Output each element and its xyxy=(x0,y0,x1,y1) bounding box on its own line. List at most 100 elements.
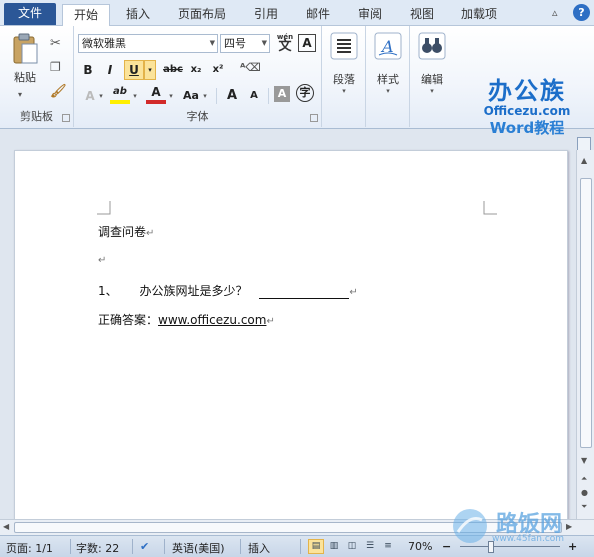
logo-url: Officezu.com xyxy=(483,104,571,118)
styles-label: 样式 xyxy=(377,73,399,86)
binoculars-icon xyxy=(418,32,446,60)
enclose-char-button[interactable]: 字 xyxy=(296,84,314,102)
tab-insert[interactable]: 插入 xyxy=(116,4,160,26)
superscript-button[interactable]: x² xyxy=(208,60,228,80)
separator xyxy=(132,539,133,554)
chevron-down-icon[interactable]: ▾ xyxy=(200,86,210,106)
zoom-level[interactable]: 70% xyxy=(408,540,432,553)
cut-icon[interactable]: ✂ xyxy=(50,36,61,51)
scroll-left-icon[interactable]: ◀ xyxy=(3,522,9,531)
paragraph-icon xyxy=(330,32,358,60)
document-page[interactable] xyxy=(14,150,568,520)
paragraph-mark: ↵ xyxy=(146,228,155,239)
font-launcher-icon[interactable] xyxy=(310,114,318,122)
scroll-up-icon[interactable]: ▲ xyxy=(581,156,587,165)
ribbon-tab-bar: 文件 开始 插入 页面布局 引用 邮件 审阅 视图 加载项 ▵ ? xyxy=(0,0,594,27)
shrink-font-button[interactable]: A xyxy=(244,86,264,106)
logo-title: 办公族 xyxy=(488,77,566,105)
chevron-down-icon[interactable]: ▾ xyxy=(166,86,176,106)
clipboard-launcher-icon[interactable] xyxy=(62,114,70,122)
strikethrough-button[interactable]: abc xyxy=(160,60,186,80)
font-group: 微软雅黑 ▼ 四号 ▼ wén 文 A B I U ▾ abc x₂ x² ᴬ⌫… xyxy=(74,26,322,127)
grow-font-button[interactable]: A xyxy=(222,86,242,106)
bold-button[interactable]: B xyxy=(78,60,98,80)
minimize-ribbon-icon[interactable]: ▵ xyxy=(552,6,558,19)
full-screen-reading-icon[interactable]: ▥ xyxy=(326,539,342,554)
font-group-label: 字体 xyxy=(186,110,209,123)
clear-formatting-icon[interactable]: ᴬ⌫ xyxy=(240,58,261,78)
tab-file[interactable]: 文件 xyxy=(4,3,56,25)
tab-page-layout[interactable]: 页面布局 xyxy=(170,4,234,26)
tab-home[interactable]: 开始 xyxy=(62,4,110,27)
logo-subtitle: Word教程 xyxy=(489,119,565,137)
tab-view[interactable]: 视图 xyxy=(400,4,444,26)
font-size-combo[interactable]: 四号 ▼ xyxy=(220,34,270,53)
answer-link[interactable]: www.officezu.com xyxy=(158,313,266,327)
doc-title-line[interactable]: 调查问卷↵ xyxy=(98,223,154,240)
answer-line[interactable]: 正确答案：www.officezu.com↵ xyxy=(98,311,275,328)
clipboard-group: 粘贴 ▾ ✂ ❐ 🖌 剪贴板 xyxy=(0,26,74,127)
styles-button[interactable]: A 样式 ▾ xyxy=(370,32,406,96)
highlight-button[interactable]: ab xyxy=(110,84,130,104)
underline-button[interactable]: U xyxy=(124,60,144,80)
separator xyxy=(216,88,217,104)
format-painter-icon[interactable]: 🖌 xyxy=(50,84,67,99)
ruler-toggle-icon[interactable] xyxy=(577,137,591,151)
vertical-scrollbar[interactable]: ▲ ▼ ⏶ ● ⏷ xyxy=(576,150,594,519)
separator xyxy=(268,88,269,104)
watermark-url: www.45fan.com xyxy=(492,534,565,544)
web-layout-icon[interactable]: ◫ xyxy=(344,539,360,554)
browse-object-icon[interactable]: ● xyxy=(581,488,588,497)
font-name-combo[interactable]: 微软雅黑 ▼ xyxy=(78,34,218,53)
question-line[interactable]: 1、 办公族网址是多少？ ↵ xyxy=(98,282,358,299)
scroll-down-icon[interactable]: ▼ xyxy=(581,456,587,465)
paragraph-button[interactable]: 段落 ▾ xyxy=(326,32,362,96)
tab-addins[interactable]: 加载项 xyxy=(452,4,506,26)
chevron-down-icon: ▾ xyxy=(342,87,346,95)
separator xyxy=(164,539,165,554)
answer-label: 正确答案： xyxy=(98,313,159,327)
proofing-icon[interactable]: ✔ xyxy=(140,540,149,553)
copy-icon[interactable]: ❐ xyxy=(50,60,61,74)
paragraph-mark: ↵ xyxy=(349,287,358,298)
phonetic-guide-button[interactable]: wén 文 xyxy=(274,32,296,54)
prev-page-icon[interactable]: ⏶ xyxy=(581,474,587,484)
help-icon[interactable]: ? xyxy=(573,4,590,21)
change-case-button[interactable]: Aa xyxy=(180,86,202,106)
styles-group: A 样式 ▾ xyxy=(366,26,410,127)
insert-mode[interactable]: 插入 xyxy=(248,540,270,556)
word-count[interactable]: 字数: 22 xyxy=(76,540,119,556)
editing-label: 编辑 xyxy=(421,73,443,86)
chevron-down-icon[interactable]: ▾ xyxy=(130,86,140,106)
tab-references[interactable]: 引用 xyxy=(244,4,288,26)
styles-icon: A xyxy=(374,32,402,60)
subscript-button[interactable]: x₂ xyxy=(186,60,206,80)
crop-mark-icon xyxy=(97,201,111,215)
chevron-down-icon[interactable]: ▾ xyxy=(96,86,106,106)
font-color-button[interactable]: A xyxy=(146,84,166,104)
font-name-value: 微软雅黑 xyxy=(82,37,126,50)
doc-title: 调查问卷 xyxy=(98,225,147,239)
paragraph-mark: ↵ xyxy=(266,316,275,327)
question-number: 1、 xyxy=(98,284,118,298)
char-shading-button[interactable]: A xyxy=(274,86,290,102)
editing-button[interactable]: 编辑 ▾ xyxy=(414,32,450,96)
answer-blank xyxy=(259,287,350,299)
paste-dropdown-icon[interactable]: ▾ xyxy=(18,90,22,99)
underline-dropdown-icon[interactable]: ▾ xyxy=(144,60,156,80)
separator xyxy=(240,539,241,554)
paragraph-group: 段落 ▾ xyxy=(322,26,366,127)
tab-mailings[interactable]: 邮件 xyxy=(296,4,340,26)
empty-line[interactable]: ↵ xyxy=(98,252,106,266)
tab-review[interactable]: 审阅 xyxy=(348,4,392,26)
paste-button[interactable]: 粘贴 xyxy=(6,32,44,88)
phonetic-char: 文 xyxy=(278,39,292,54)
language[interactable]: 英语(美国) xyxy=(172,540,225,556)
char-border-button[interactable]: A xyxy=(298,34,316,52)
italic-button[interactable]: I xyxy=(100,60,120,80)
outline-view-icon[interactable]: ☰ xyxy=(362,539,378,554)
print-layout-view-icon[interactable]: ▤ xyxy=(308,539,324,554)
vertical-scroll-thumb[interactable] xyxy=(580,178,592,448)
draft-view-icon[interactable]: ≡ xyxy=(380,539,396,554)
page-count[interactable]: 页面: 1/1 xyxy=(6,540,53,556)
